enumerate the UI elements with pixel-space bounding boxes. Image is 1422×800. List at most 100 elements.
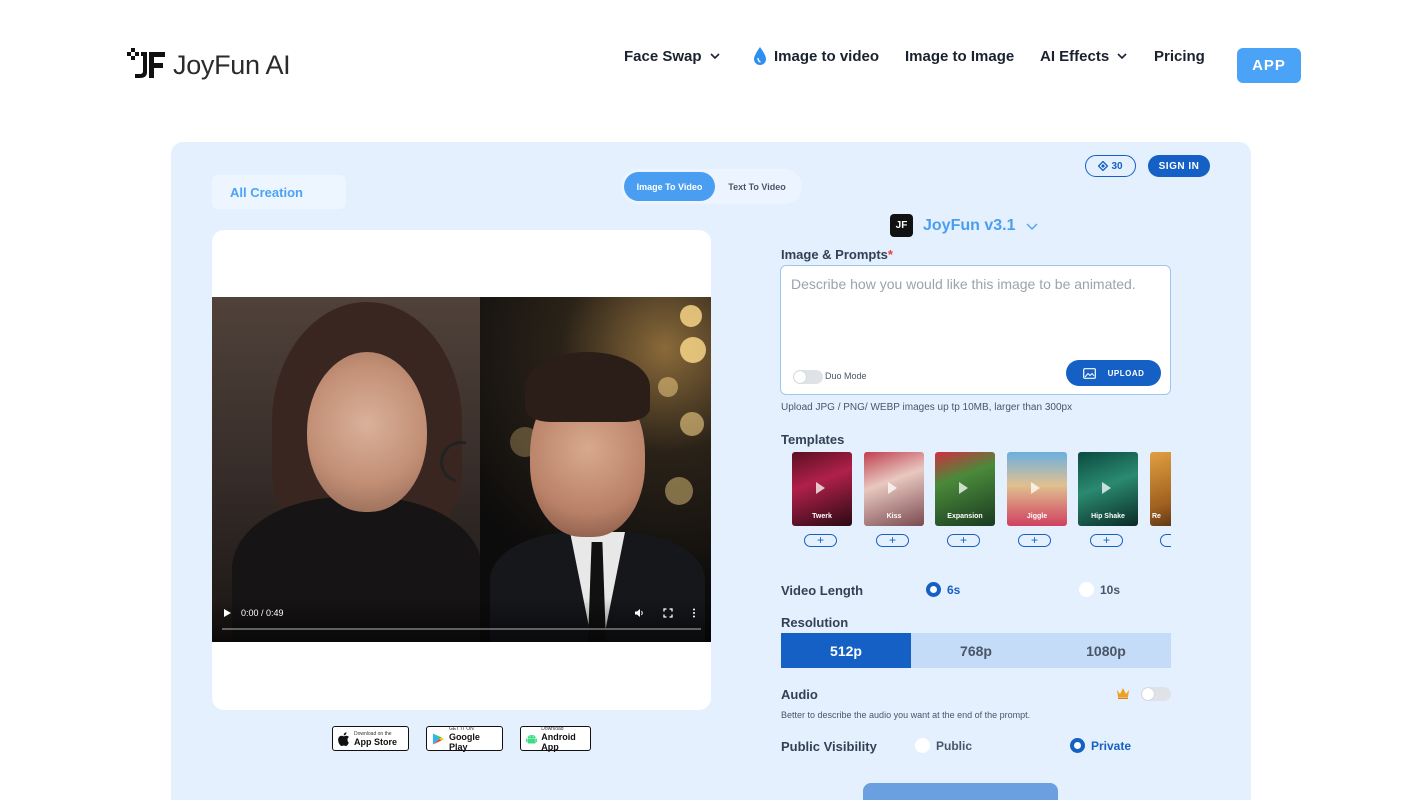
template-label: Twerk [812,513,832,520]
template-card[interactable]: Kiss [864,452,924,526]
template-label: Re [1152,513,1161,520]
model-logo-icon: JF [890,214,913,237]
nav-image-to-image[interactable]: Image to Image [905,48,1014,65]
video-progress-bar[interactable] [222,628,701,630]
model-selector[interactable]: JF JoyFun v3.1 [890,214,1039,237]
nav-face-swap[interactable]: Face Swap [624,48,722,65]
fullscreen-icon[interactable] [663,608,673,618]
prompt-input[interactable] [791,276,1161,356]
add-template-button[interactable]: + [1090,534,1123,547]
store-text: Download Android App [541,726,585,752]
credits-badge[interactable]: 30 [1085,155,1136,177]
tab-image-to-video[interactable]: Image To Video [624,172,715,201]
visibility-private-radio[interactable] [1070,738,1085,753]
store-text: Download on the App Store [354,731,397,747]
prompt-box: Duo Mode UPLOAD [780,265,1171,395]
logo-text: JoyFun AI [173,49,291,80]
nav-ai-effects[interactable]: AI Effects [1040,48,1129,65]
video-length-label: Video Length [781,583,864,598]
mode-tabs: Image To Video Text To Video [621,169,802,204]
template-card[interactable]: Re [1150,452,1171,526]
template-card[interactable]: Hip Shake [1078,452,1138,526]
play-icon [888,482,897,494]
add-template-button[interactable]: + [804,534,837,547]
apple-icon [338,731,349,746]
nav-image-to-video[interactable]: Image to video [752,46,879,66]
upload-button[interactable]: UPLOAD [1066,360,1161,386]
more-options-icon[interactable] [692,608,696,618]
chevron-down-icon [1117,53,1127,60]
resolution-1080p[interactable]: 1080p [1041,633,1171,668]
resolution-selector: 512p 768p 1080p [781,633,1171,668]
bokeh-light [658,377,678,397]
bokeh-light [665,477,693,505]
nav-image-to-video-label: Image to video [774,47,880,65]
hair-shape [525,352,650,422]
add-template-button[interactable]: + [876,534,909,547]
play-icon [1031,482,1040,494]
video-length-10s-radio[interactable] [1079,582,1094,597]
crown-icon [1117,688,1129,699]
store-big-text: Android App [541,731,576,752]
add-template-button[interactable]: + [1018,534,1051,547]
volume-icon[interactable] [634,608,645,618]
store-big-text: Google Play [448,731,480,752]
logo-mark-icon [127,48,165,78]
video-frame-right [480,297,711,642]
nav-pricing[interactable]: Pricing [1154,48,1205,65]
upload-hint: Upload JPG / PNG/ WEBP images up tp 10MB… [781,402,1073,413]
video-length-6s-radio[interactable] [926,582,941,597]
diamond-icon [1098,161,1109,171]
play-icon [1102,482,1111,494]
resolution-768p[interactable]: 768p [911,633,1041,668]
template-label: Hip Shake [1091,513,1125,520]
all-creation-button[interactable]: All Creation [212,175,346,209]
google-play-icon [432,732,445,745]
nav-image-to-image-label: Image to Image [905,47,1015,65]
templates-label: Templates [781,432,845,447]
template-card[interactable]: Expansion [935,452,995,526]
bokeh-light [680,305,702,327]
nav-ai-effects-label: AI Effects [1040,47,1110,65]
video-frame-left [212,297,482,642]
visibility-label: Public Visibility [781,739,877,754]
play-icon[interactable] [222,608,232,618]
add-template-button[interactable]: + [947,534,980,547]
app-button[interactable]: APP [1237,48,1301,83]
prompt-label-text: Image & Prompts [781,247,888,262]
store-small-text: Download on the [354,730,392,737]
store-big-text: App Store [354,736,398,747]
play-icon [959,482,968,494]
bokeh-light [680,337,706,363]
resolution-512p[interactable]: 512p [781,633,911,668]
visibility-public-radio[interactable] [915,738,930,753]
template-label: Expansion [947,513,983,520]
app-store-badge[interactable]: Download on the App Store [332,726,409,751]
chevron-down-icon [1027,223,1038,230]
resolution-label: Resolution [781,615,849,630]
visibility-public-label: Public [936,739,973,753]
android-icon [526,734,538,743]
model-name: JoyFun v3.1 [923,216,1016,234]
face-shape [307,352,427,512]
template-label: Kiss [886,513,902,520]
google-play-badge[interactable]: GET IT ON Google Play [426,726,503,752]
sign-in-button[interactable]: SIGN IN [1148,155,1210,177]
template-card[interactable]: Jiggle [1007,452,1067,526]
bokeh-light [680,412,704,436]
generate-button[interactable] [863,783,1058,800]
duo-mode-toggle[interactable] [793,370,823,384]
audio-toggle[interactable] [1141,687,1171,701]
add-template-button[interactable]: + [1160,534,1171,547]
tab-text-to-video[interactable]: Text To Video [717,172,797,201]
templates-carousel: Twerk + Kiss + Expansion + Jiggle + Hip … [792,452,1171,552]
nav-face-swap-label: Face Swap [624,47,702,65]
logo[interactable]: JoyFun AI [127,48,291,82]
chevron-down-icon [709,53,720,60]
video-controls: 0:00 / 0:49 [212,598,711,642]
prompt-label: Image & Prompts* [781,247,893,262]
android-app-badge[interactable]: Download Android App [520,726,591,752]
image-upload-icon [1082,367,1096,379]
video-length-6s-label: 6s [947,583,961,597]
template-card[interactable]: Twerk [792,452,852,526]
